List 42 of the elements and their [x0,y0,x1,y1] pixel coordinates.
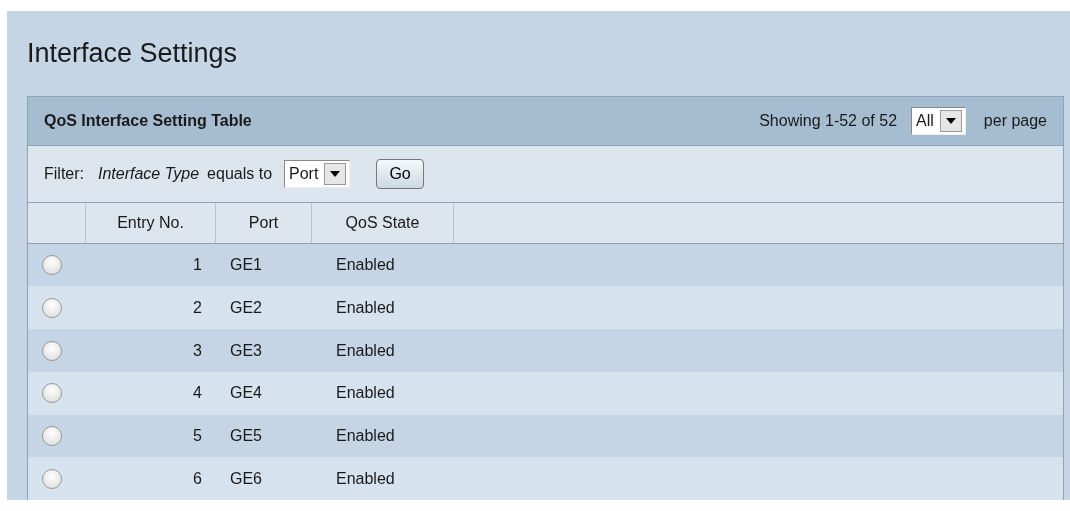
radio-button[interactable] [42,468,62,489]
table-cell-text: 4 [192,384,203,403]
table-cell-text: GE5 [229,426,263,445]
radio-button[interactable] [42,297,62,318]
interface-type-select[interactable]: Port [284,159,351,188]
table-cell-text: GE3 [229,341,263,360]
radio-button[interactable] [42,383,62,404]
radio-button[interactable] [42,340,62,361]
table-cell-text: GE1 [229,256,263,275]
table-cell-text: Enabled [335,341,396,360]
page-title: Interface Settings [27,37,239,70]
column-header: Entry No. [86,202,216,243]
per-page-label: per page [983,111,1047,130]
column-header: QoS State [312,202,454,243]
table-cell-text: 2 [192,298,203,317]
table-cell-text: Enabled [335,426,396,445]
table-cell-text: 1 [192,256,203,275]
column-header: Port [216,202,312,243]
caret-icon [939,109,962,132]
table-cell-text: GE4 [229,384,263,403]
radio-button[interactable] [42,255,62,276]
per-page-select[interactable]: All [911,106,966,135]
radio-button[interactable] [42,425,62,446]
table-cell-text: 6 [192,469,203,488]
table-row[interactable]: 6 GE6 Enabled [28,457,1063,500]
filter-label: Filter: [44,164,84,183]
filter-field: Interface Type [98,164,200,183]
table-title: QoS Interface Setting Table [44,111,253,130]
table-cell-text: GE2 [229,298,263,317]
table-cell-text: 3 [192,341,203,360]
filter-operator: equals to [207,164,273,183]
table-cell-text: Enabled [335,469,396,488]
table-cell-text: GE6 [229,469,263,488]
table-cell-text: Enabled [335,298,396,317]
table-cell-text: 5 [192,426,203,445]
caret-icon [324,162,347,185]
table-cell-text: Enabled [335,256,396,275]
table-cell-text: Enabled [335,384,396,403]
showing-count: Showing 1-52 of 52 [759,111,898,130]
table-row[interactable]: 4 GE4 Enabled [28,371,1063,415]
go-button[interactable]: Go [376,158,424,189]
table-row[interactable]: 2 GE2 Enabled [28,286,1063,330]
